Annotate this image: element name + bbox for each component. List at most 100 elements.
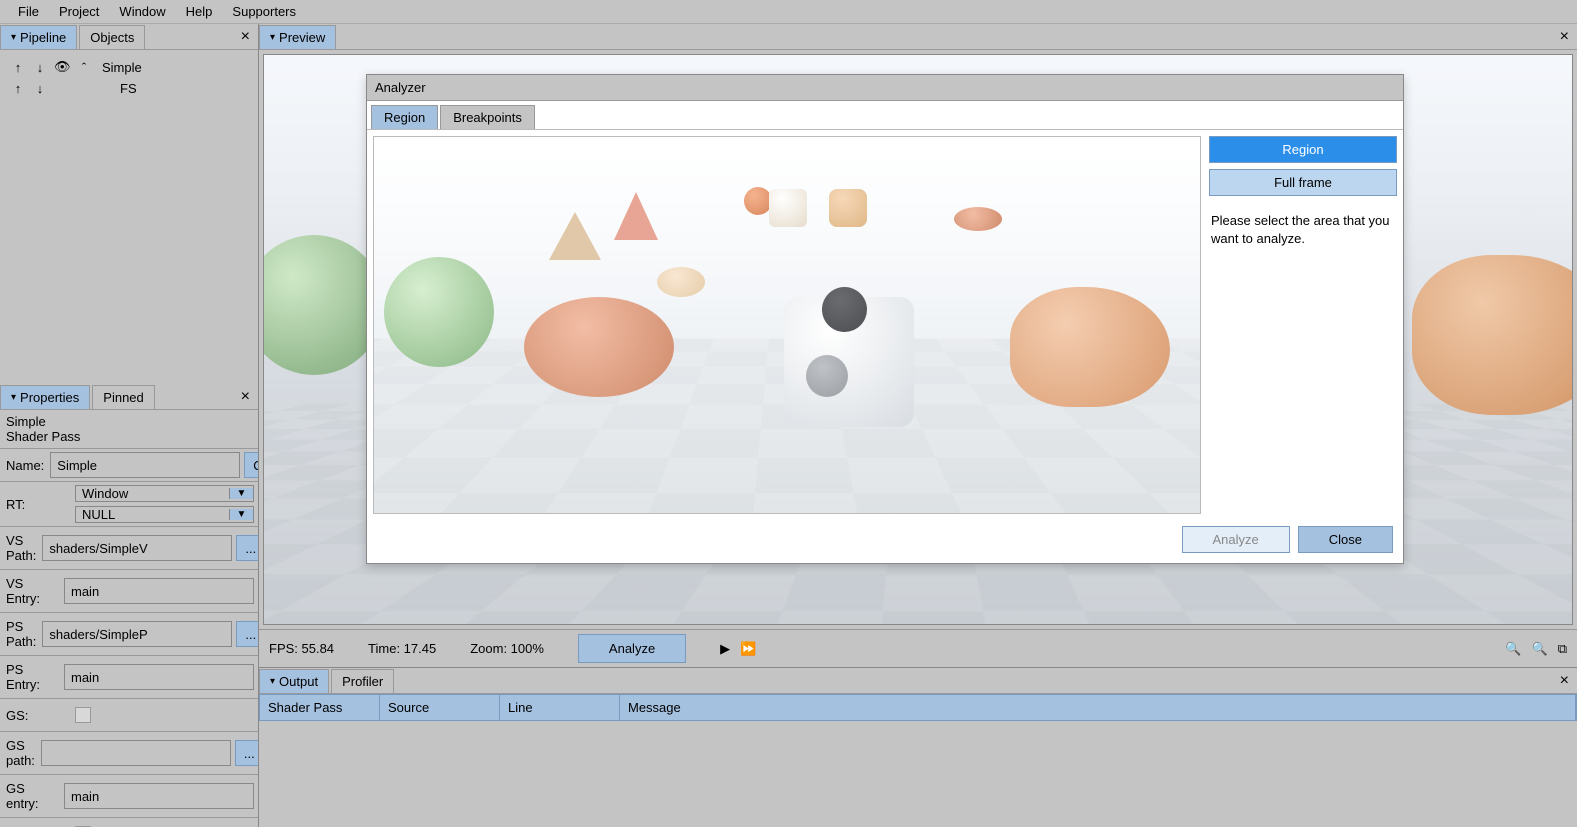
status-fps: FPS: 55.84 xyxy=(269,641,334,656)
menu-help[interactable]: Help xyxy=(176,1,223,22)
pipeline-item[interactable]: ↑ ↓ 👁 ˆ Simple xyxy=(4,56,254,78)
arrow-down-icon[interactable]: ↓ xyxy=(32,60,48,75)
play-icon[interactable]: ▶ xyxy=(720,641,730,657)
prop-label-gs: GS: xyxy=(0,702,75,729)
dialog-close-button[interactable]: Close xyxy=(1298,526,1393,553)
menu-file[interactable]: File xyxy=(8,1,49,22)
menu-supporters[interactable]: Supporters xyxy=(222,1,306,22)
pspath-input[interactable] xyxy=(42,621,232,647)
arrow-up-icon[interactable]: ↑ xyxy=(10,60,26,75)
chevron-down-icon[interactable]: ▼ xyxy=(229,509,253,520)
prop-label-rt: RT: xyxy=(0,491,75,518)
prop-label-gsentry: GS entry: xyxy=(0,775,64,817)
region-button[interactable]: Region xyxy=(1209,136,1397,163)
popout-icon[interactable]: ⧉ xyxy=(1558,641,1567,657)
rt-dropdown-2[interactable]: NULL ▼ xyxy=(75,506,254,523)
arrow-down-icon[interactable]: ↓ xyxy=(32,81,48,96)
gs-checkbox[interactable] xyxy=(75,707,91,723)
gsentry-input[interactable] xyxy=(64,783,254,809)
prop-label-name: Name: xyxy=(0,452,50,479)
vspath-input[interactable] xyxy=(42,535,232,561)
pipeline-body: ↑ ↓ 👁 ˆ Simple ↑ ↓ FS xyxy=(0,50,258,384)
tab-label: Objects xyxy=(90,30,134,45)
chevron-down-icon[interactable]: ▼ xyxy=(229,488,253,499)
region-hint: Please select the area that you want to … xyxy=(1209,202,1397,258)
eye-icon[interactable]: 👁 xyxy=(54,59,70,75)
rt-dropdown-1[interactable]: Window ▼ xyxy=(75,485,254,502)
tab-objects[interactable]: Objects xyxy=(79,25,145,49)
col-source[interactable]: Source xyxy=(380,695,500,720)
region-sidebar: Region Full frame Please select the area… xyxy=(1209,136,1397,514)
status-time: Time: 17.45 xyxy=(368,641,436,656)
output-table-body xyxy=(259,721,1577,827)
menubar: File Project Window Help Supporters xyxy=(0,0,1577,24)
dialog-title: Analyzer xyxy=(367,75,1403,101)
prop-label-vsentry: VS Entry: xyxy=(0,570,64,612)
analyzer-dialog: Analyzer Region Breakpoints xyxy=(366,74,1404,564)
close-icon[interactable]: × xyxy=(1552,672,1577,690)
col-line[interactable]: Line xyxy=(500,695,620,720)
properties-panel-header: ▾ Properties Pinned × xyxy=(0,384,258,410)
pipeline-panel-header: ▾ Pipeline Objects × xyxy=(0,24,258,50)
output-table-header: Shader Pass Source Line Message xyxy=(259,694,1577,721)
arrow-up-icon[interactable]: ↑ xyxy=(10,81,26,96)
tab-preview[interactable]: ▾ Preview xyxy=(259,25,336,49)
col-shader-pass[interactable]: Shader Pass xyxy=(260,695,380,720)
properties-type: Shader Pass xyxy=(6,429,252,444)
dropdown-icon: ▾ xyxy=(270,32,275,43)
full-frame-button[interactable]: Full frame xyxy=(1209,169,1397,196)
tab-profiler[interactable]: Profiler xyxy=(331,669,394,693)
gspath-input[interactable] xyxy=(41,740,231,766)
dialog-tabs: Region Breakpoints xyxy=(367,101,1403,130)
pipeline-item-label: FS xyxy=(120,81,137,96)
tab-region[interactable]: Region xyxy=(371,105,438,129)
name-input[interactable] xyxy=(50,452,240,478)
psentry-input[interactable] xyxy=(64,664,254,690)
tab-properties[interactable]: ▾ Properties xyxy=(0,385,90,409)
tab-label: Properties xyxy=(20,390,79,405)
pipeline-item[interactable]: ↑ ↓ FS xyxy=(4,78,254,99)
properties-name: Simple xyxy=(6,414,252,429)
tab-output[interactable]: ▾ Output xyxy=(259,669,329,693)
prop-label-pspath: PS Path: xyxy=(0,613,42,655)
prop-label-vspath: VS Path: xyxy=(0,527,42,569)
output-panel-header: ▾ Output Profiler × xyxy=(259,668,1577,694)
zoom-out-icon[interactable]: 🔍 xyxy=(1532,641,1548,657)
analyze-button[interactable]: Analyze xyxy=(578,634,686,663)
chevron-up-icon[interactable]: ˆ xyxy=(76,60,92,75)
tab-breakpoints[interactable]: Breakpoints xyxy=(440,105,535,129)
zoom-in-icon[interactable]: 🔍 xyxy=(1505,641,1521,657)
fast-forward-icon[interactable]: ⏩ xyxy=(740,641,756,657)
menu-window[interactable]: Window xyxy=(109,1,175,22)
prop-label-gspath: GS path: xyxy=(0,732,41,774)
close-icon[interactable]: × xyxy=(233,28,258,46)
preview-panel-header: ▾ Preview × xyxy=(259,24,1577,50)
browse-button[interactable]: ... xyxy=(236,535,258,561)
close-icon[interactable]: × xyxy=(233,388,258,406)
tab-pipeline[interactable]: ▾ Pipeline xyxy=(0,25,77,49)
tab-label: Profiler xyxy=(342,674,383,689)
tab-label: Pipeline xyxy=(20,30,66,45)
close-icon[interactable]: × xyxy=(1552,28,1577,46)
properties-title: Simple Shader Pass xyxy=(0,410,258,448)
ok-button[interactable]: Ok xyxy=(244,452,258,478)
prop-label-ts: TS: xyxy=(0,821,75,827)
browse-button[interactable]: ... xyxy=(235,740,258,766)
col-message[interactable]: Message xyxy=(620,695,1576,720)
region-preview[interactable] xyxy=(373,136,1201,514)
tab-label: Output xyxy=(279,674,318,689)
menu-project[interactable]: Project xyxy=(49,1,109,22)
dialog-analyze-button[interactable]: Analyze xyxy=(1182,526,1290,553)
dropdown-icon: ▾ xyxy=(270,676,275,687)
browse-button[interactable]: ... xyxy=(236,621,258,647)
tab-pinned[interactable]: Pinned xyxy=(92,385,154,409)
tab-label: Preview xyxy=(279,30,325,45)
dropdown-icon: ▾ xyxy=(11,32,16,43)
status-zoom: Zoom: 100% xyxy=(470,641,544,656)
tab-label: Pinned xyxy=(103,390,143,405)
prop-label-psentry: PS Entry: xyxy=(0,656,64,698)
status-bar: FPS: 55.84 Time: 17.45 Zoom: 100% Analyz… xyxy=(259,629,1577,667)
pipeline-item-label: Simple xyxy=(102,60,142,75)
dropdown-icon: ▾ xyxy=(11,392,16,403)
vsentry-input[interactable] xyxy=(64,578,254,604)
